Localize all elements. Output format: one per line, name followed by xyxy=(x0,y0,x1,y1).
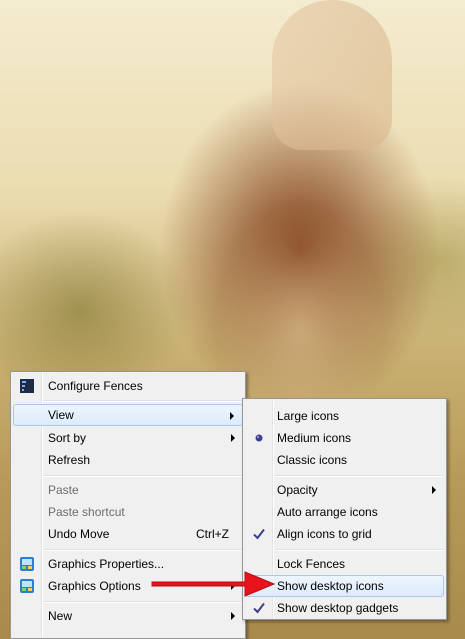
checkmark-icon xyxy=(251,600,267,616)
menu-item-label: Medium icons xyxy=(277,431,352,445)
menu-item-medium-icons[interactable]: Medium icons xyxy=(245,427,444,449)
menu-item-sort-by[interactable]: Sort by xyxy=(13,427,243,449)
menu-item-label: Paste xyxy=(48,483,79,497)
submenu-arrow-icon xyxy=(432,486,436,494)
menu-item-view[interactable]: View xyxy=(13,404,243,426)
menu-item-label: Show desktop icons xyxy=(277,579,384,593)
menu-item-label: Undo Move xyxy=(48,527,110,541)
menu-item-paste-shortcut[interactable]: Paste shortcut xyxy=(13,501,243,523)
menu-item-align-icons-to-grid[interactable]: Align icons to grid xyxy=(245,523,444,545)
menu-item-label: Paste shortcut xyxy=(48,505,125,519)
menu-item-label: Opacity xyxy=(277,483,318,497)
menu-item-new[interactable]: New xyxy=(13,605,243,627)
menu-item-label: Refresh xyxy=(48,453,91,467)
menu-item-label: Show desktop gadgets xyxy=(277,601,399,615)
menu-item-paste[interactable]: Paste xyxy=(13,479,243,501)
menu-item-label: View xyxy=(48,408,74,422)
wallpaper-figure xyxy=(272,0,392,150)
menu-item-label: New xyxy=(48,609,73,623)
menu-item-large-icons[interactable]: Large icons xyxy=(245,405,444,427)
menu-item-label: Sort by xyxy=(48,431,87,445)
menu-separator xyxy=(275,475,443,477)
menu-item-undo-move[interactable]: Undo Move Ctrl+Z xyxy=(13,523,243,545)
radio-bullet-icon xyxy=(251,430,267,446)
menu-separator xyxy=(44,475,242,477)
menu-item-opacity[interactable]: Opacity xyxy=(245,479,444,501)
submenu-arrow-icon xyxy=(231,612,235,620)
menu-separator xyxy=(275,549,443,551)
menu-separator xyxy=(44,400,242,402)
menu-item-label: Lock Fences xyxy=(277,557,346,571)
intel-graphics-icon xyxy=(19,578,35,594)
menu-item-label: Auto arrange icons xyxy=(277,505,378,519)
menu-item-show-desktop-gadgets[interactable]: Show desktop gadgets xyxy=(245,597,444,619)
menu-item-refresh[interactable]: Refresh xyxy=(13,449,243,471)
menu-item-label: Align icons to grid xyxy=(277,527,372,541)
intel-graphics-icon xyxy=(19,556,35,572)
fences-icon xyxy=(19,378,35,394)
annotation-arrow-icon xyxy=(151,571,276,597)
menu-separator xyxy=(44,601,242,603)
checkmark-icon xyxy=(251,526,267,542)
menu-item-label: Configure Fences xyxy=(48,379,143,393)
menu-item-label: Large icons xyxy=(277,409,340,423)
menu-item-shortcut: Ctrl+Z xyxy=(196,527,229,541)
submenu-arrow-icon xyxy=(230,412,234,420)
menu-item-auto-arrange-icons[interactable]: Auto arrange icons xyxy=(245,501,444,523)
menu-separator xyxy=(44,549,242,551)
menu-item-label: Graphics Options xyxy=(48,579,141,593)
menu-item-label: Classic icons xyxy=(277,453,348,467)
menu-item-label: Graphics Properties... xyxy=(48,557,165,571)
menu-item-configure-fences[interactable]: Configure Fences xyxy=(13,375,243,397)
submenu-arrow-icon xyxy=(231,434,235,442)
menu-item-classic-icons[interactable]: Classic icons xyxy=(245,449,444,471)
